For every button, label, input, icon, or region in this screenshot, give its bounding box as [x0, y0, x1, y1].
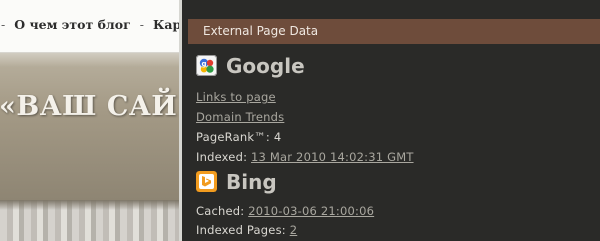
indexed-pages-label: Indexed Pages: [196, 223, 286, 237]
cached-label: Cached: [196, 204, 245, 218]
site-banner: «ВАШ САЙ [0, 53, 179, 200]
pagerank-row: PageRank™: 4 [196, 130, 281, 144]
website-background: -О чем этот блог - Кар «ВАШ САЙ [0, 0, 179, 241]
nav-separator: - [1, 17, 6, 32]
external-page-data-panel: External Page Data g Google Links to pag… [182, 0, 600, 241]
google-icon: g [196, 55, 217, 76]
panel-header: External Page Data [188, 19, 600, 44]
site-title: «ВАШ САЙ [0, 91, 178, 122]
bing-indexed-pages-row: Indexed Pages: 2 [196, 223, 297, 237]
bing-title: Bing [226, 170, 277, 194]
links-to-page-link[interactable]: Links to page [196, 90, 276, 104]
site-nav-items: -О чем этот блог - Кар [0, 17, 179, 32]
nav-separator: - [139, 17, 144, 32]
svg-text:g: g [201, 60, 206, 68]
pagerank-value: 4 [273, 130, 282, 144]
indexed-label: Indexed: [196, 150, 248, 164]
nav-item-about-blog[interactable]: О чем этот блог [14, 17, 131, 32]
google-links-row: Links to page [196, 90, 276, 104]
domain-trends-link[interactable]: Domain Trends [196, 110, 284, 124]
indexed-date-link[interactable]: 13 Mar 2010 14:02:31 GMT [251, 150, 414, 164]
cached-date-link[interactable]: 2010-03-06 21:00:06 [248, 204, 374, 218]
indexed-pages-link[interactable]: 2 [290, 223, 298, 237]
bing-cached-row: Cached: 2010-03-06 21:00:06 [196, 204, 374, 218]
bing-icon [196, 171, 217, 192]
google-indexed-row: Indexed: 13 Mar 2010 14:02:31 GMT [196, 150, 414, 164]
google-trends-row: Domain Trends [196, 110, 284, 124]
pagerank-label: PageRank™: [196, 130, 270, 144]
site-nav-bar: -О чем этот блог - Кар [0, 0, 179, 53]
google-title: Google [226, 54, 305, 78]
nav-item-map[interactable]: Кар [153, 17, 179, 32]
site-texture-strip [0, 200, 179, 241]
